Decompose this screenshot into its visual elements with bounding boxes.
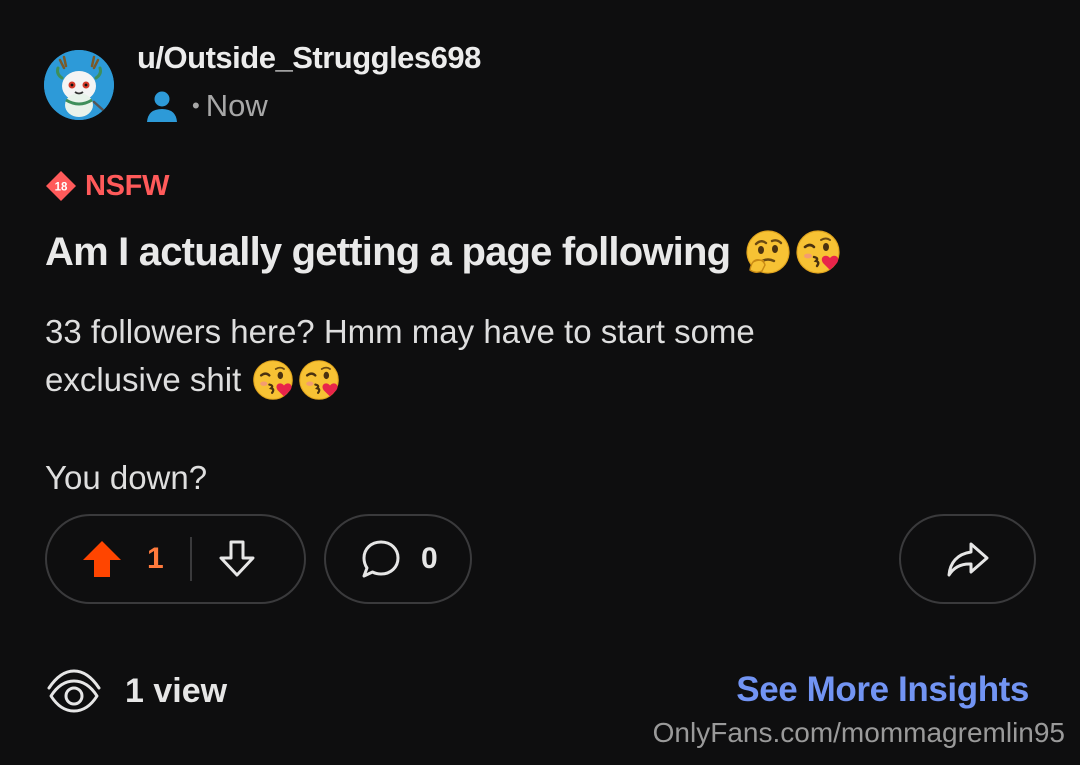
body-line-2-text: exclusive shit (45, 361, 242, 398)
comment-icon (362, 540, 400, 578)
nsfw-tag: 18 NSFW (45, 168, 169, 204)
views-count: 1 view (125, 671, 228, 710)
nsfw-18-icon: 18 (46, 171, 76, 201)
share-icon (947, 542, 988, 577)
body-emojis (251, 358, 341, 402)
avatar-image (44, 50, 114, 120)
post-body[interactable]: 33 followers here? Hmm may have to start… (45, 308, 1025, 502)
vote-pill: 1 (45, 514, 306, 604)
body-line-1: 33 followers here? Hmm may have to start… (45, 313, 755, 350)
post-title-text: Am I actually getting a page following (45, 229, 731, 274)
meta-separator: • (192, 93, 200, 118)
post-title[interactable]: Am I actually getting a page following (45, 228, 842, 276)
title-emojis (744, 228, 842, 276)
comment-count: 0 (421, 542, 438, 575)
username[interactable]: u/Outside_Struggles698 (137, 40, 481, 76)
body-line-2: exclusive shit (45, 356, 1025, 404)
nsfw-badge-text: 18 (55, 182, 68, 194)
body-line-3: You down? (45, 459, 208, 496)
downvote-icon[interactable] (216, 538, 258, 580)
eye-icon (47, 669, 101, 713)
comment-button[interactable]: 0 (324, 514, 472, 604)
views-stat: 1 view (45, 665, 227, 717)
nsfw-label: NSFW (85, 169, 170, 202)
see-more-insights-link[interactable]: See More Insights (736, 670, 1029, 710)
upvote-icon[interactable] (81, 538, 123, 580)
post-timestamp: Now (205, 88, 268, 123)
share-button[interactable] (899, 514, 1036, 604)
vote-divider (189, 537, 192, 581)
kissing-heart-emoji-icon (297, 358, 341, 402)
watermark-text: OnlyFans.com/mommagremlin95 (652, 717, 1065, 748)
post-card: u/Outside_Struggles698 • Now 18 NSFW Am … (0, 0, 1080, 765)
avatar[interactable] (44, 50, 114, 120)
upvote-count: 1 (147, 542, 164, 575)
post-meta: • Now (144, 88, 268, 124)
user-icon (147, 91, 177, 122)
thinking-face-emoji-icon (744, 228, 792, 276)
kissing-heart-emoji-icon (794, 228, 842, 276)
kissing-heart-emoji-icon (251, 358, 295, 402)
